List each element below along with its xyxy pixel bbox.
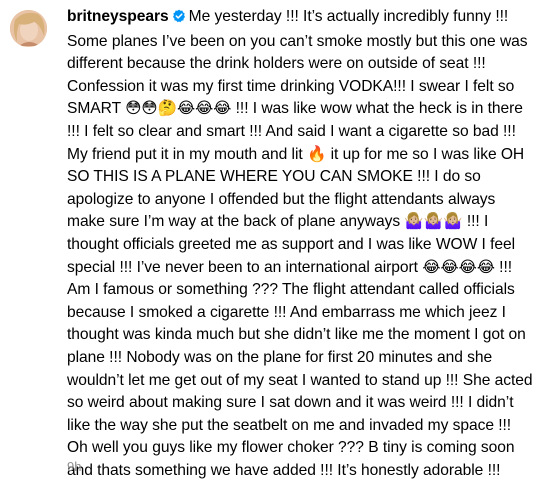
- emoji-dancers: 🤷🏼‍♀️🤷🏼‍♀️🤷🏼‍♀️: [404, 213, 463, 231]
- username-link[interactable]: britneyspears: [67, 8, 169, 25]
- emoji-laughing: 😂😂😂😂: [422, 258, 495, 276]
- caption-body: britneyspears Me yesterday !!! It’s actua…: [67, 6, 533, 482]
- caption-segment-5: !!! Am I famous or something ??? The fli…: [67, 258, 533, 479]
- emoji-fire: 🔥: [306, 145, 327, 163]
- emoji-smart: 😳😳🤔😂😂😂: [125, 100, 232, 118]
- timestamp: 9h: [67, 459, 82, 474]
- verified-badge-icon: [172, 8, 186, 31]
- profile-avatar[interactable]: [10, 10, 47, 47]
- caption-text: britneyspears Me yesterday !!! It’s actua…: [67, 6, 533, 482]
- avatar-image-icon: [10, 10, 47, 47]
- instagram-caption: britneyspears Me yesterday !!! It’s actua…: [0, 0, 538, 500]
